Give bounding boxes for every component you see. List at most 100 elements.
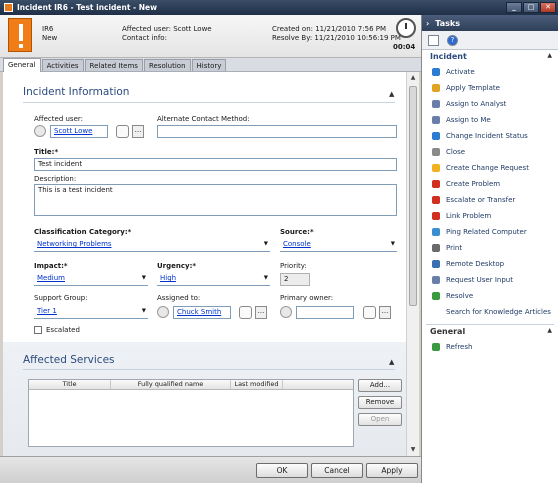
assigned-to-browse-button[interactable]: ... bbox=[255, 306, 267, 319]
affected-user-link[interactable]: Scott Lowe bbox=[54, 127, 92, 135]
task-label: Change Incident Status bbox=[446, 132, 528, 140]
clipboard-icon[interactable] bbox=[428, 34, 439, 46]
form-tabs: General Activities Related Items Resolut… bbox=[0, 58, 421, 72]
task-close[interactable]: Close bbox=[422, 144, 558, 160]
task-remote-desktop[interactable]: Remote Desktop bbox=[422, 256, 558, 272]
incident-task-group[interactable]: Incident ▲ bbox=[422, 50, 558, 64]
incident-information-title: Incident Information bbox=[23, 86, 130, 98]
classification-dropdown[interactable]: Networking Problems ▼ bbox=[34, 239, 270, 252]
scroll-up-icon[interactable]: ▲ bbox=[407, 72, 419, 84]
tab-related-items[interactable]: Related Items bbox=[84, 59, 143, 71]
task-label: Create Problem bbox=[446, 180, 501, 188]
general-group-title: General bbox=[430, 327, 466, 336]
source-dropdown[interactable]: Console ▼ bbox=[280, 239, 397, 252]
affected-user-detail-button[interactable] bbox=[116, 125, 129, 138]
tab-history[interactable]: History bbox=[191, 59, 227, 71]
task-resolve[interactable]: Resolve bbox=[422, 288, 558, 304]
resolve-icon bbox=[432, 292, 440, 300]
close-button[interactable]: ✕ bbox=[540, 2, 556, 13]
window-controls: _ □ ✕ bbox=[506, 2, 556, 13]
collapse-chevron-icon[interactable]: ▲ bbox=[389, 90, 394, 98]
urgency-dropdown[interactable]: High ▼ bbox=[157, 273, 270, 286]
change-incident-status-icon bbox=[432, 132, 440, 140]
primary-owner-browse-button[interactable]: ... bbox=[379, 306, 391, 319]
task-search-for-knowledge-articles[interactable]: Search for Knowledge Articles bbox=[422, 304, 558, 320]
apply-button[interactable]: Apply bbox=[366, 463, 418, 478]
affected-user-field[interactable]: Scott Lowe bbox=[50, 125, 108, 138]
assigned-to-field[interactable]: Chuck Smith bbox=[173, 306, 231, 319]
urgency-value: High bbox=[160, 274, 177, 282]
title-field[interactable]: Test incident bbox=[34, 158, 397, 171]
remove-service-button[interactable]: Remove bbox=[358, 396, 402, 409]
task-ping-related-computer[interactable]: Ping Related Computer bbox=[422, 224, 558, 240]
task-assign-to-analyst[interactable]: Assign to Analyst bbox=[422, 96, 558, 112]
support-group-dropdown[interactable]: Tier 1 ▼ bbox=[34, 306, 148, 319]
impact-dropdown[interactable]: Medium ▼ bbox=[34, 273, 148, 286]
title-label: Title:* bbox=[34, 148, 59, 156]
column-title[interactable]: Title bbox=[29, 380, 111, 389]
task-label: Refresh bbox=[446, 343, 473, 351]
incident-group-title: Incident bbox=[430, 52, 467, 61]
escalated-checkbox[interactable] bbox=[34, 326, 42, 334]
task-label: Close bbox=[446, 148, 466, 156]
task-escalate-or-transfer[interactable]: Escalate or Transfer bbox=[422, 192, 558, 208]
tasks-toolbar: ? bbox=[422, 31, 558, 50]
assigned-to-detail-button[interactable] bbox=[239, 306, 252, 319]
content-scrollbar[interactable]: ▲ ▼ bbox=[406, 72, 419, 456]
header-affected-user: Affected user: Scott Lowe bbox=[122, 25, 212, 33]
assign-to-analyst-icon bbox=[432, 100, 440, 108]
create-problem-icon bbox=[432, 180, 440, 188]
description-field[interactable]: This is a test incident bbox=[34, 184, 397, 216]
task-request-user-input[interactable]: Request User Input bbox=[422, 272, 558, 288]
maximize-button[interactable]: □ bbox=[523, 2, 539, 13]
task-print[interactable]: Print bbox=[422, 240, 558, 256]
minimize-button[interactable]: _ bbox=[506, 2, 522, 13]
header-created-on: Created on: 11/21/2010 7:56 PM bbox=[272, 25, 387, 33]
task-create-problem[interactable]: Create Problem bbox=[422, 176, 558, 192]
ping-related-computer-icon bbox=[432, 228, 440, 236]
collapse-chevron-icon[interactable]: ▲ bbox=[389, 358, 394, 366]
task-label: Escalate or Transfer bbox=[446, 196, 516, 204]
activate-icon bbox=[432, 68, 440, 76]
scroll-thumb[interactable] bbox=[409, 86, 417, 306]
affected-user-browse-button[interactable]: ... bbox=[132, 125, 144, 138]
tasks-pane: › Tasks ? Incident ▲ Activate Apply Templa… bbox=[421, 15, 558, 483]
task-apply-template[interactable]: Apply Template bbox=[422, 80, 558, 96]
primary-owner-detail-button[interactable] bbox=[363, 306, 376, 319]
link-problem-icon bbox=[432, 212, 440, 220]
task-activate[interactable]: Activate bbox=[422, 64, 558, 80]
general-task-group[interactable]: General ▲ bbox=[422, 325, 558, 339]
task-change-incident-status[interactable]: Change Incident Status bbox=[422, 128, 558, 144]
tab-activities[interactable]: Activities bbox=[41, 59, 84, 71]
primary-owner-field[interactable] bbox=[296, 306, 354, 319]
section-divider bbox=[23, 102, 395, 103]
task-label: Assign to Me bbox=[446, 116, 491, 124]
task-refresh[interactable]: Refresh bbox=[422, 339, 558, 355]
ok-button[interactable]: OK bbox=[256, 463, 308, 478]
add-service-button[interactable]: Add... bbox=[358, 379, 402, 392]
scroll-down-icon[interactable]: ▼ bbox=[407, 444, 419, 456]
task-assign-to-me[interactable]: Assign to Me bbox=[422, 112, 558, 128]
cancel-button[interactable]: Cancel bbox=[311, 463, 363, 478]
dropdown-arrow-icon: ▼ bbox=[263, 241, 268, 247]
task-link-problem[interactable]: Link Problem bbox=[422, 208, 558, 224]
column-last-modified[interactable]: Last modified bbox=[231, 380, 283, 389]
affected-services-grid[interactable]: Title Fully qualified name Last modified bbox=[28, 379, 354, 447]
help-icon[interactable]: ? bbox=[447, 34, 458, 46]
task-label: Create Change Request bbox=[446, 164, 529, 172]
apply-template-icon bbox=[432, 84, 440, 92]
assigned-to-link[interactable]: Chuck Smith bbox=[177, 308, 221, 316]
alternate-contact-field[interactable] bbox=[157, 125, 397, 138]
tab-general[interactable]: General bbox=[3, 58, 41, 72]
task-label: Request User Input bbox=[446, 276, 513, 284]
collapse-pane-icon[interactable]: › bbox=[426, 19, 429, 28]
column-fully-qualified-name[interactable]: Fully qualified name bbox=[111, 380, 231, 389]
open-service-button[interactable]: Open bbox=[358, 413, 402, 426]
impact-label: Impact:* bbox=[34, 262, 68, 270]
affected-services-title: Affected Services bbox=[23, 354, 115, 366]
task-create-change-request[interactable]: Create Change Request bbox=[422, 160, 558, 176]
header-contact-info: Contact info: bbox=[122, 34, 167, 42]
elapsed-timer: 00:04 bbox=[393, 43, 416, 51]
refresh-icon bbox=[432, 343, 440, 351]
tab-resolution[interactable]: Resolution bbox=[143, 59, 191, 71]
